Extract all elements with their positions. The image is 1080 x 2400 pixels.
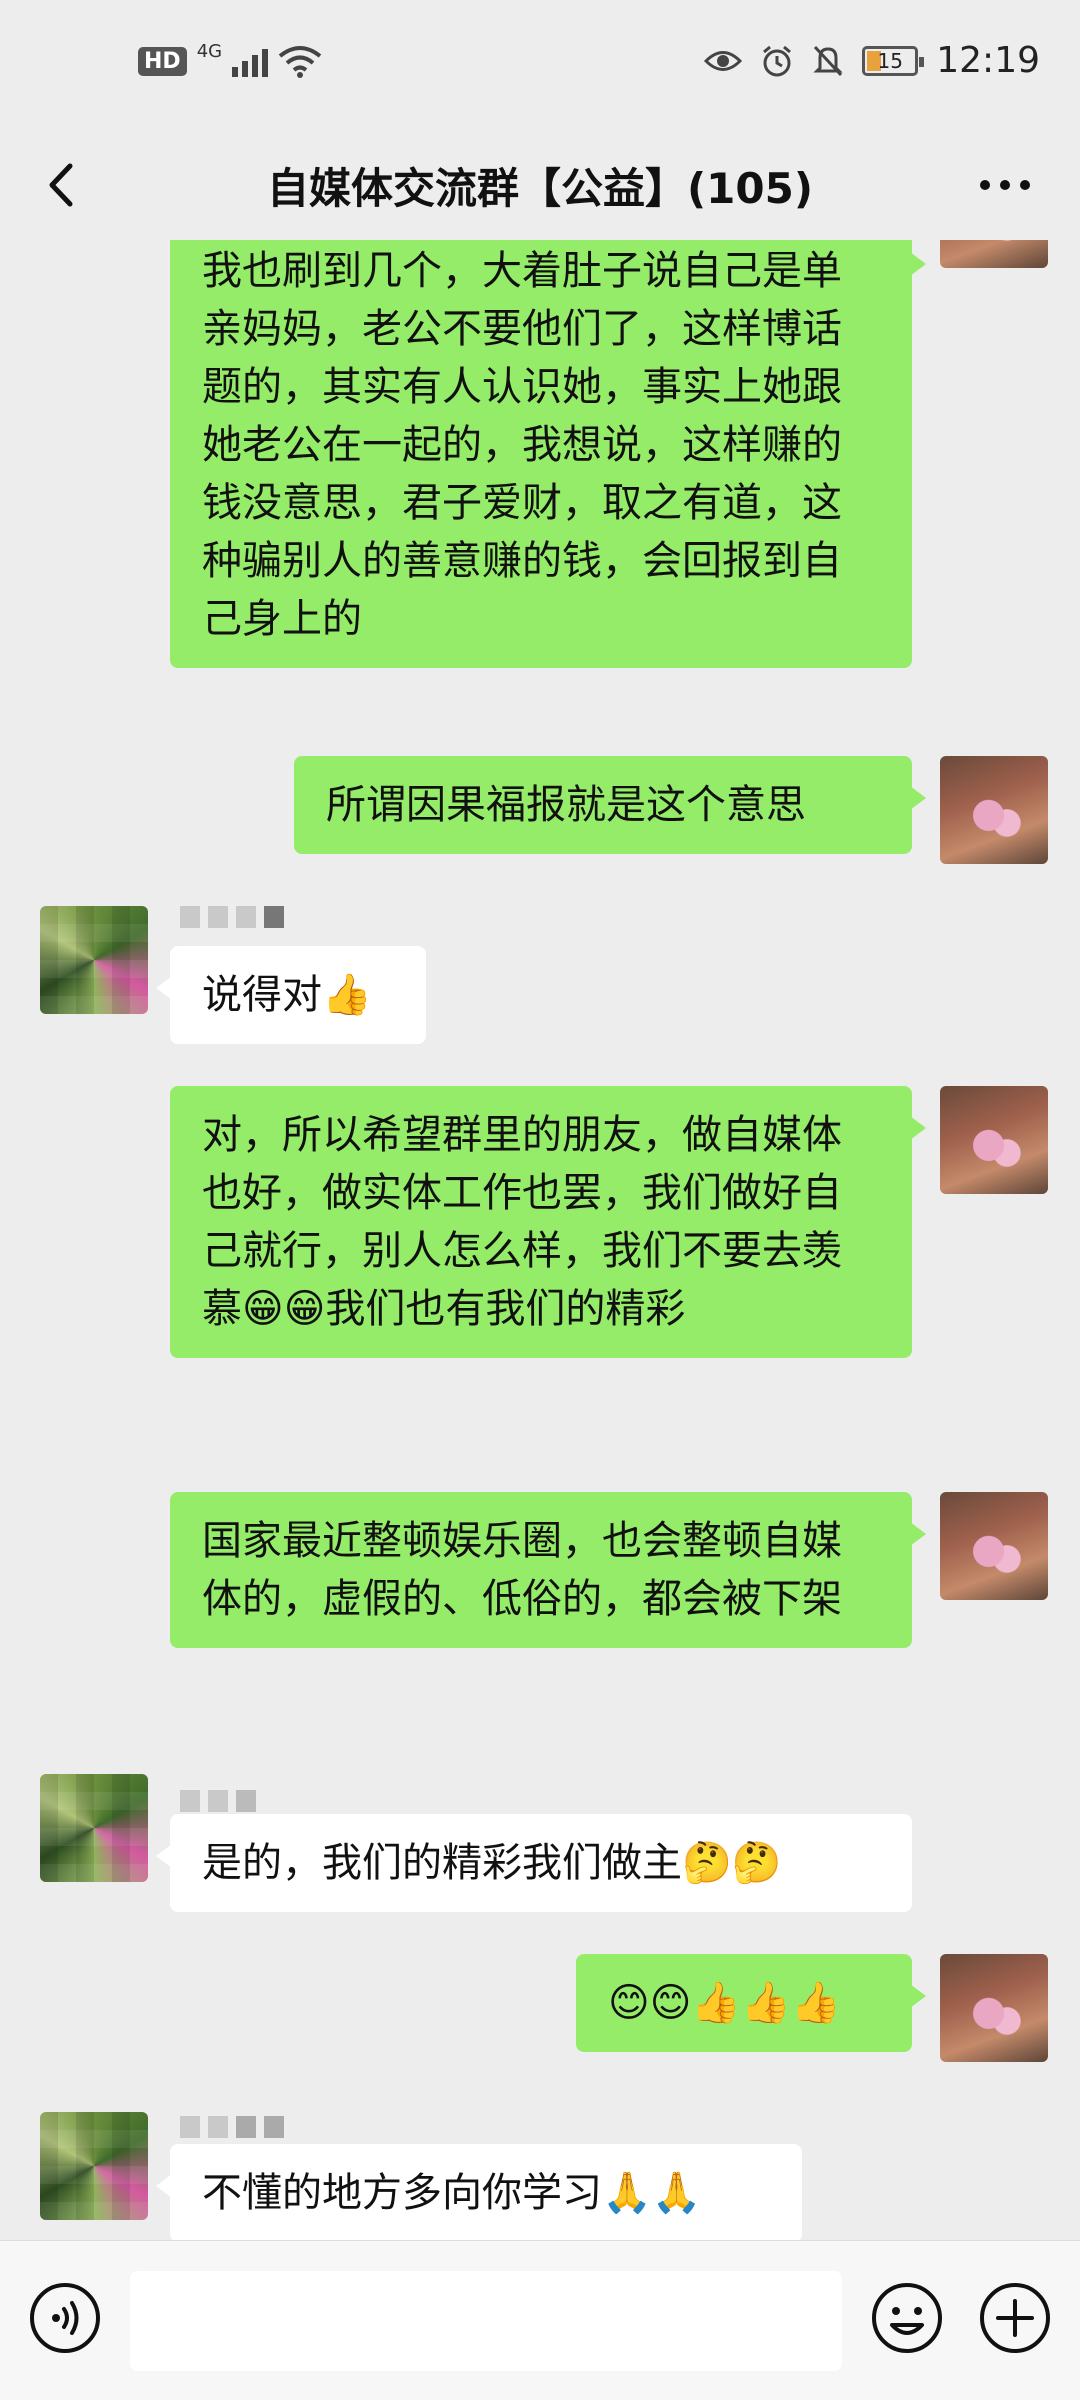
back-arrow-icon[interactable] bbox=[34, 152, 94, 218]
avatar[interactable] bbox=[940, 756, 1048, 864]
avatar[interactable] bbox=[40, 2112, 148, 2220]
sender-name bbox=[180, 2116, 284, 2138]
message-text: 不懂的地方多向你学习🙏🙏 bbox=[202, 2170, 702, 2216]
avatar[interactable] bbox=[940, 1954, 1048, 2062]
avatar[interactable] bbox=[940, 240, 1048, 268]
emoji-icon[interactable] bbox=[870, 2281, 944, 2355]
chat-header: 自媒体交流群【公益】(105) bbox=[0, 130, 1080, 240]
status-time: 12:19 bbox=[936, 40, 1040, 81]
sender-name bbox=[180, 906, 284, 928]
message-bubble[interactable]: 是的，我们的精彩我们做主🤔🤔 bbox=[156, 1814, 912, 1912]
message-text: 说得对👍 bbox=[202, 972, 372, 1018]
avatar[interactable] bbox=[40, 906, 148, 1014]
alarm-icon bbox=[763, 45, 792, 76]
message-bubble[interactable]: 说得对👍 bbox=[156, 946, 426, 1044]
avatar[interactable] bbox=[940, 1492, 1048, 1600]
plus-icon[interactable] bbox=[978, 2281, 1052, 2355]
message-text: 国家最近整顿娱乐圈，也会整顿自媒体的，虚假的、低俗的，都会被下架 bbox=[202, 1518, 842, 1622]
message-bubble[interactable]: 我也刷到几个，大着肚子说自己是单亲妈妈，老公不要他们了，这样博话题的，其实有人认… bbox=[170, 240, 926, 668]
eye-icon bbox=[704, 50, 743, 71]
message-bubble[interactable]: 对，所以希望群里的朋友，做自媒体也好，做实体工作也罢，我们做好自己就行，别人怎么… bbox=[170, 1086, 926, 1358]
more-options-icon[interactable] bbox=[970, 160, 1040, 210]
wifi-icon bbox=[278, 46, 322, 78]
message-bubble[interactable]: 不懂的地方多向你学习🙏🙏 bbox=[156, 2144, 802, 2240]
battery-level: 15 bbox=[877, 48, 903, 73]
sender-name bbox=[180, 1790, 256, 1812]
message-bubble[interactable]: 所谓因果福报就是这个意思 bbox=[294, 756, 926, 854]
message-text: 对，所以希望群里的朋友，做自媒体也好，做实体工作也罢，我们做好自己就行，别人怎么… bbox=[202, 1112, 842, 1332]
message-input[interactable] bbox=[130, 2271, 842, 2371]
message-bubble[interactable]: 😊😊👍👍👍 bbox=[576, 1954, 926, 2052]
status-bar: HD 4G 15 12:19 bbox=[0, 0, 1080, 130]
avatar[interactable] bbox=[940, 1086, 1048, 1194]
avatar[interactable] bbox=[40, 1774, 148, 1882]
chat-title: 自媒体交流群【公益】(105) bbox=[266, 163, 814, 213]
message-text: 我也刷到几个，大着肚子说自己是单亲妈妈，老公不要他们了，这样博话题的，其实有人认… bbox=[202, 248, 842, 642]
mute-bell-icon bbox=[813, 45, 843, 76]
message-text: 是的，我们的精彩我们做主🤔🤔 bbox=[202, 1840, 782, 1886]
network-type: 4G bbox=[196, 40, 223, 62]
message-text: 所谓因果福报就是这个意思 bbox=[326, 782, 806, 828]
status-right: 15 12:19 bbox=[704, 40, 1040, 81]
message-list[interactable]: 我也刷到几个，大着肚子说自己是单亲妈妈，老公不要他们了，这样博话题的，其实有人认… bbox=[0, 240, 1080, 2240]
hd-badge: HD bbox=[138, 46, 187, 76]
message-text: 😊😊👍👍👍 bbox=[608, 1980, 841, 2026]
signal-icon bbox=[232, 45, 269, 77]
voice-input-icon[interactable] bbox=[28, 2281, 102, 2355]
battery-icon: 15 bbox=[862, 45, 925, 76]
status-left: HD 4G bbox=[138, 40, 322, 78]
input-bar bbox=[0, 2240, 1080, 2400]
message-bubble[interactable]: 国家最近整顿娱乐圈，也会整顿自媒体的，虚假的、低俗的，都会被下架 bbox=[170, 1492, 926, 1648]
